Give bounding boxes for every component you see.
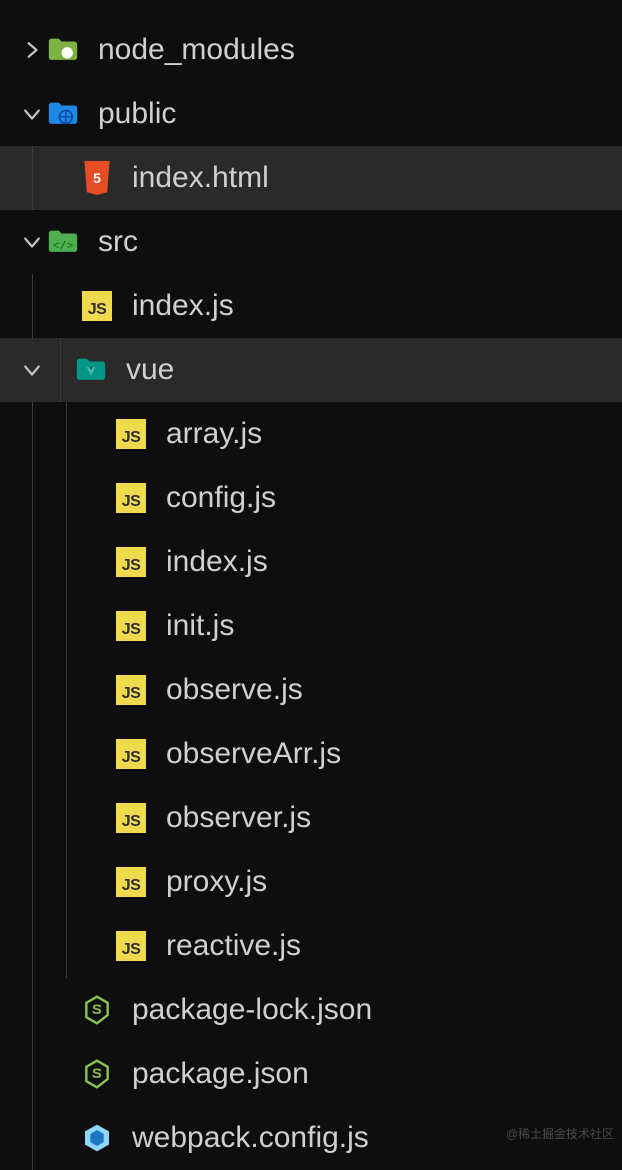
file-reactive-js[interactable]: JS reactive.js: [0, 914, 622, 978]
js-file-icon: JS: [114, 865, 148, 899]
file-label: package.json: [132, 1057, 309, 1091]
js-file-icon: JS: [114, 481, 148, 515]
file-label: init.js: [166, 609, 234, 643]
webpack-file-icon: [80, 1121, 114, 1155]
file-proxy-js[interactable]: JS proxy.js: [0, 850, 622, 914]
folder-icon: [46, 33, 80, 67]
file-init-js[interactable]: JS init.js: [0, 594, 622, 658]
js-file-icon: JS: [114, 737, 148, 771]
file-label: observe.js: [166, 673, 303, 707]
watermark: @稀土掘金技术社区: [506, 1125, 614, 1142]
js-file-icon: JS: [80, 289, 114, 323]
file-label: reactive.js: [166, 929, 301, 963]
chevron-down-icon: [18, 361, 46, 379]
file-label: index.js: [166, 545, 268, 579]
file-label: observer.js: [166, 801, 311, 835]
folder-public[interactable]: public: [0, 82, 622, 146]
html-file-icon: 5: [80, 161, 114, 195]
indent-guide: [18, 146, 52, 210]
folder-label: node_modules: [98, 33, 295, 67]
file-array-js[interactable]: JS array.js: [0, 402, 622, 466]
file-label: index.html: [132, 161, 269, 195]
folder-node-modules[interactable]: node_modules: [0, 18, 622, 82]
folder-label: vue: [126, 353, 174, 387]
file-observer-js[interactable]: JS observer.js: [0, 786, 622, 850]
chevron-down-icon: [18, 105, 46, 123]
js-file-icon: JS: [114, 801, 148, 835]
file-config-js[interactable]: JS config.js: [0, 466, 622, 530]
file-label: observeArr.js: [166, 737, 341, 771]
file-label: package-lock.json: [132, 993, 372, 1027]
file-vue-index-js[interactable]: JS index.js: [0, 530, 622, 594]
nodejs-file-icon: [80, 1057, 114, 1091]
file-package-lock-json[interactable]: package-lock.json: [0, 978, 622, 1042]
file-label: index.js: [132, 289, 234, 323]
folder-label: src: [98, 225, 138, 259]
chevron-right-icon: [18, 41, 46, 59]
folder-src[interactable]: </> src: [0, 210, 622, 274]
folder-public-icon: [46, 97, 80, 131]
folder-src-icon: </>: [46, 225, 80, 259]
file-observearr-js[interactable]: JS observeArr.js: [0, 722, 622, 786]
svg-text:</>: </>: [53, 241, 74, 253]
js-file-icon: JS: [114, 417, 148, 451]
js-file-icon: JS: [114, 609, 148, 643]
file-index-html[interactable]: 5 index.html: [0, 146, 622, 210]
file-label: config.js: [166, 481, 276, 515]
file-label: proxy.js: [166, 865, 267, 899]
js-file-icon: JS: [114, 929, 148, 963]
file-label: webpack.config.js: [132, 1121, 369, 1155]
file-label: array.js: [166, 417, 262, 451]
file-src-index-js[interactable]: JS index.js: [0, 274, 622, 338]
chevron-down-icon: [18, 233, 46, 251]
indent-guide: [18, 274, 52, 338]
folder-label: public: [98, 97, 176, 131]
nodejs-file-icon: [80, 993, 114, 1027]
js-file-icon: JS: [114, 545, 148, 579]
folder-vue[interactable]: vue: [0, 338, 622, 402]
indent-guide: [46, 338, 80, 402]
file-observe-js[interactable]: JS observe.js: [0, 658, 622, 722]
js-file-icon: JS: [114, 673, 148, 707]
file-package-json[interactable]: package.json: [0, 1042, 622, 1106]
file-tree: node_modules public 5 index.html </> src: [0, 0, 622, 1170]
